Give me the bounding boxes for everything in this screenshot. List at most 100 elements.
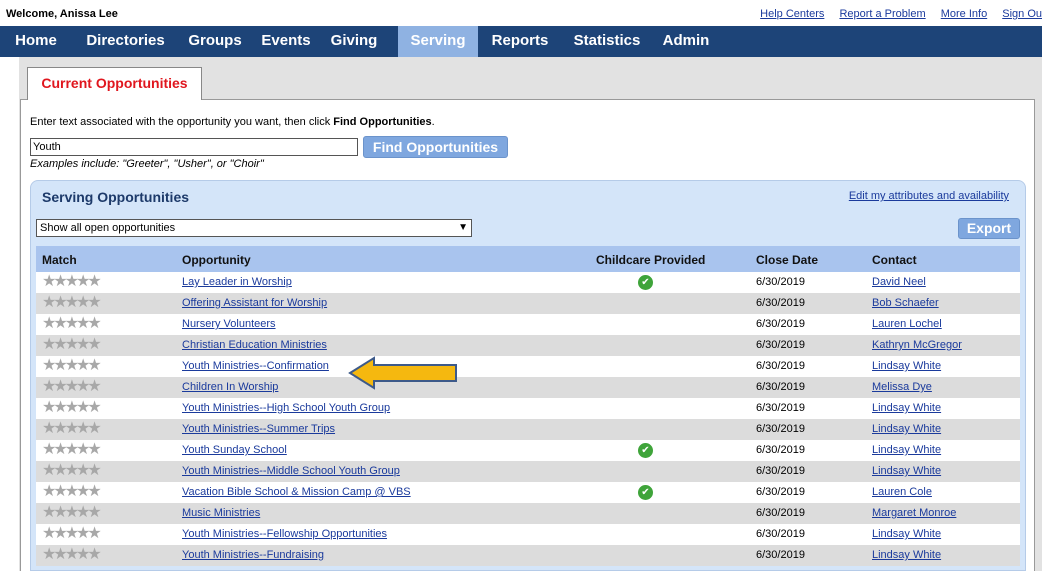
star-rating-icon: ★★★★★	[42, 504, 102, 521]
search-instruction: Enter text associated with the opportuni…	[30, 116, 435, 128]
close-date: 6/30/2019	[756, 297, 805, 309]
instruction-text: Enter text associated with the opportuni…	[30, 116, 334, 128]
opportunity-link[interactable]: Youth Ministries--Confirmation	[182, 360, 329, 372]
close-date: 6/30/2019	[756, 528, 805, 540]
star-rating-icon: ★★★★★	[42, 273, 102, 290]
star-rating-icon: ★★★★★	[42, 315, 102, 332]
close-date: 6/30/2019	[756, 339, 805, 351]
col-contact[interactable]: Contact	[872, 253, 917, 267]
col-childcare[interactable]: Childcare Provided	[596, 253, 705, 267]
close-date: 6/30/2019	[756, 507, 805, 519]
table-row: ★★★★★ Youth Ministries--Fellowship Opport…	[36, 524, 1020, 545]
contact-link[interactable]: Lindsay White	[872, 402, 941, 414]
opportunity-link[interactable]: Youth Ministries--High School Youth Grou…	[182, 402, 390, 414]
report-problem-link[interactable]: Report a Problem	[839, 8, 925, 20]
nav-events[interactable]: Events	[254, 26, 318, 57]
table-row: ★★★★★ Lay Leader in Worship ✔ 6/30/2019 Davi…	[36, 272, 1020, 293]
check-circle-icon: ✔	[638, 275, 653, 290]
col-opportunity[interactable]: Opportunity	[182, 253, 251, 267]
table-row: ★★★★★ Youth Ministries--Fundraising 6/30/2…	[36, 545, 1020, 566]
help-centers-link[interactable]: Help Centers	[760, 8, 824, 20]
table-row: ★★★★★ Nursery Volunteers 6/30/2019 Lauren L…	[36, 314, 1020, 335]
top-links: Help Centers Report a Problem More Info …	[748, 8, 1042, 20]
arrow-left-icon	[348, 356, 457, 390]
star-rating-icon: ★★★★★	[42, 294, 102, 311]
opportunity-link[interactable]: Youth Ministries--Middle School Youth Gr…	[182, 465, 400, 477]
opportunity-link[interactable]: Youth Sunday School	[182, 444, 287, 456]
nav-groups[interactable]: Groups	[181, 26, 249, 57]
contact-link[interactable]: Lindsay White	[872, 549, 941, 561]
tab-current-opportunities[interactable]: Current Opportunities	[27, 67, 202, 100]
opportunity-link[interactable]: Music Ministries	[182, 507, 260, 519]
contact-link[interactable]: Melissa Dye	[872, 381, 932, 393]
star-rating-icon: ★★★★★	[42, 525, 102, 542]
table-row: ★★★★★ Christian Education Ministries 6/30/…	[36, 335, 1020, 356]
contact-link[interactable]: Lindsay White	[872, 423, 941, 435]
contact-link[interactable]: Lindsay White	[872, 465, 941, 477]
col-close-date[interactable]: Close Date	[756, 253, 818, 267]
opportunity-link[interactable]: Christian Education Ministries	[182, 339, 327, 351]
close-date: 6/30/2019	[756, 402, 805, 414]
top-bar: Welcome, Anissa Lee Help Centers Report …	[0, 0, 1042, 26]
contact-link[interactable]: Margaret Monroe	[872, 507, 956, 519]
opportunity-link[interactable]: Vacation Bible School & Mission Camp @ V…	[182, 486, 411, 498]
star-rating-icon: ★★★★★	[42, 462, 102, 479]
contact-link[interactable]: Lauren Cole	[872, 486, 932, 498]
nav-home[interactable]: Home	[2, 26, 70, 57]
nav-admin[interactable]: Admin	[656, 26, 716, 57]
table-row: ★★★★★ Children In Worship 6/30/2019 Melissa…	[36, 377, 1020, 398]
export-button[interactable]: Export	[958, 218, 1020, 239]
star-rating-icon: ★★★★★	[42, 483, 102, 500]
close-date: 6/30/2019	[756, 360, 805, 372]
nav-statistics[interactable]: Statistics	[562, 26, 652, 57]
contact-link[interactable]: Lindsay White	[872, 360, 941, 372]
contact-link[interactable]: Lindsay White	[872, 528, 941, 540]
contact-link[interactable]: David Neel	[872, 276, 926, 288]
contact-link[interactable]: Bob Schaefer	[872, 297, 939, 309]
close-date: 6/30/2019	[756, 465, 805, 477]
star-rating-icon: ★★★★★	[42, 441, 102, 458]
star-rating-icon: ★★★★★	[42, 399, 102, 416]
opportunity-link[interactable]: Children In Worship	[182, 381, 278, 393]
opportunity-link[interactable]: Youth Ministries--Summer Trips	[182, 423, 335, 435]
filter-value: Show all open opportunities	[40, 222, 176, 234]
star-rating-icon: ★★★★★	[42, 378, 102, 395]
star-rating-icon: ★★★★★	[42, 420, 102, 437]
opportunity-link[interactable]: Lay Leader in Worship	[182, 276, 292, 288]
close-date: 6/30/2019	[756, 381, 805, 393]
edit-attributes-link[interactable]: Edit my attributes and availability	[849, 190, 1009, 202]
nav-giving[interactable]: Giving	[320, 26, 388, 57]
star-rating-icon: ★★★★★	[42, 546, 102, 563]
col-match[interactable]: Match	[42, 253, 77, 267]
search-input[interactable]	[30, 138, 358, 156]
table-row: ★★★★★ Youth Ministries--High School Youth…	[36, 398, 1020, 419]
instruction-bold: Find Opportunities	[333, 116, 432, 128]
check-circle-icon: ✔	[638, 443, 653, 458]
check-circle-icon: ✔	[638, 485, 653, 500]
table-row: ★★★★★ Offering Assistant for Worship 6/30/…	[36, 293, 1020, 314]
close-date: 6/30/2019	[756, 318, 805, 330]
close-date: 6/30/2019	[756, 549, 805, 561]
table-row: ★★★★★ Youth Ministries--Middle School You…	[36, 461, 1020, 482]
find-opportunities-button[interactable]: Find Opportunities	[363, 136, 508, 158]
opportunity-link[interactable]: Youth Ministries--Fellowship Opportuniti…	[182, 528, 387, 540]
opportunity-link[interactable]: Offering Assistant for Worship	[182, 297, 327, 309]
close-date: 6/30/2019	[756, 486, 805, 498]
contact-link[interactable]: Kathryn McGregor	[872, 339, 962, 351]
close-date: 6/30/2019	[756, 444, 805, 456]
table-row: ★★★★★ Vacation Bible School & Mission Cam…	[36, 482, 1020, 503]
contact-link[interactable]: Lauren Lochel	[872, 318, 942, 330]
opportunity-link[interactable]: Youth Ministries--Fundraising	[182, 549, 324, 561]
opportunity-filter-select[interactable]: Show all open opportunities ▼	[36, 219, 472, 237]
opportunity-link[interactable]: Nursery Volunteers	[182, 318, 276, 330]
more-info-link[interactable]: More Info	[941, 8, 987, 20]
contact-link[interactable]: Lindsay White	[872, 444, 941, 456]
sign-out-link[interactable]: Sign Ou	[1002, 8, 1042, 20]
table-row: ★★★★★ Music Ministries 6/30/2019 Margaret M…	[36, 503, 1020, 524]
nav-serving[interactable]: Serving	[398, 26, 478, 57]
nav-directories[interactable]: Directories	[73, 26, 178, 57]
opportunities-table: Match Opportunity Childcare Provided Clo…	[36, 246, 1020, 571]
table-header: Match Opportunity Childcare Provided Clo…	[36, 246, 1020, 272]
close-date: 6/30/2019	[756, 276, 805, 288]
nav-reports[interactable]: Reports	[482, 26, 558, 57]
